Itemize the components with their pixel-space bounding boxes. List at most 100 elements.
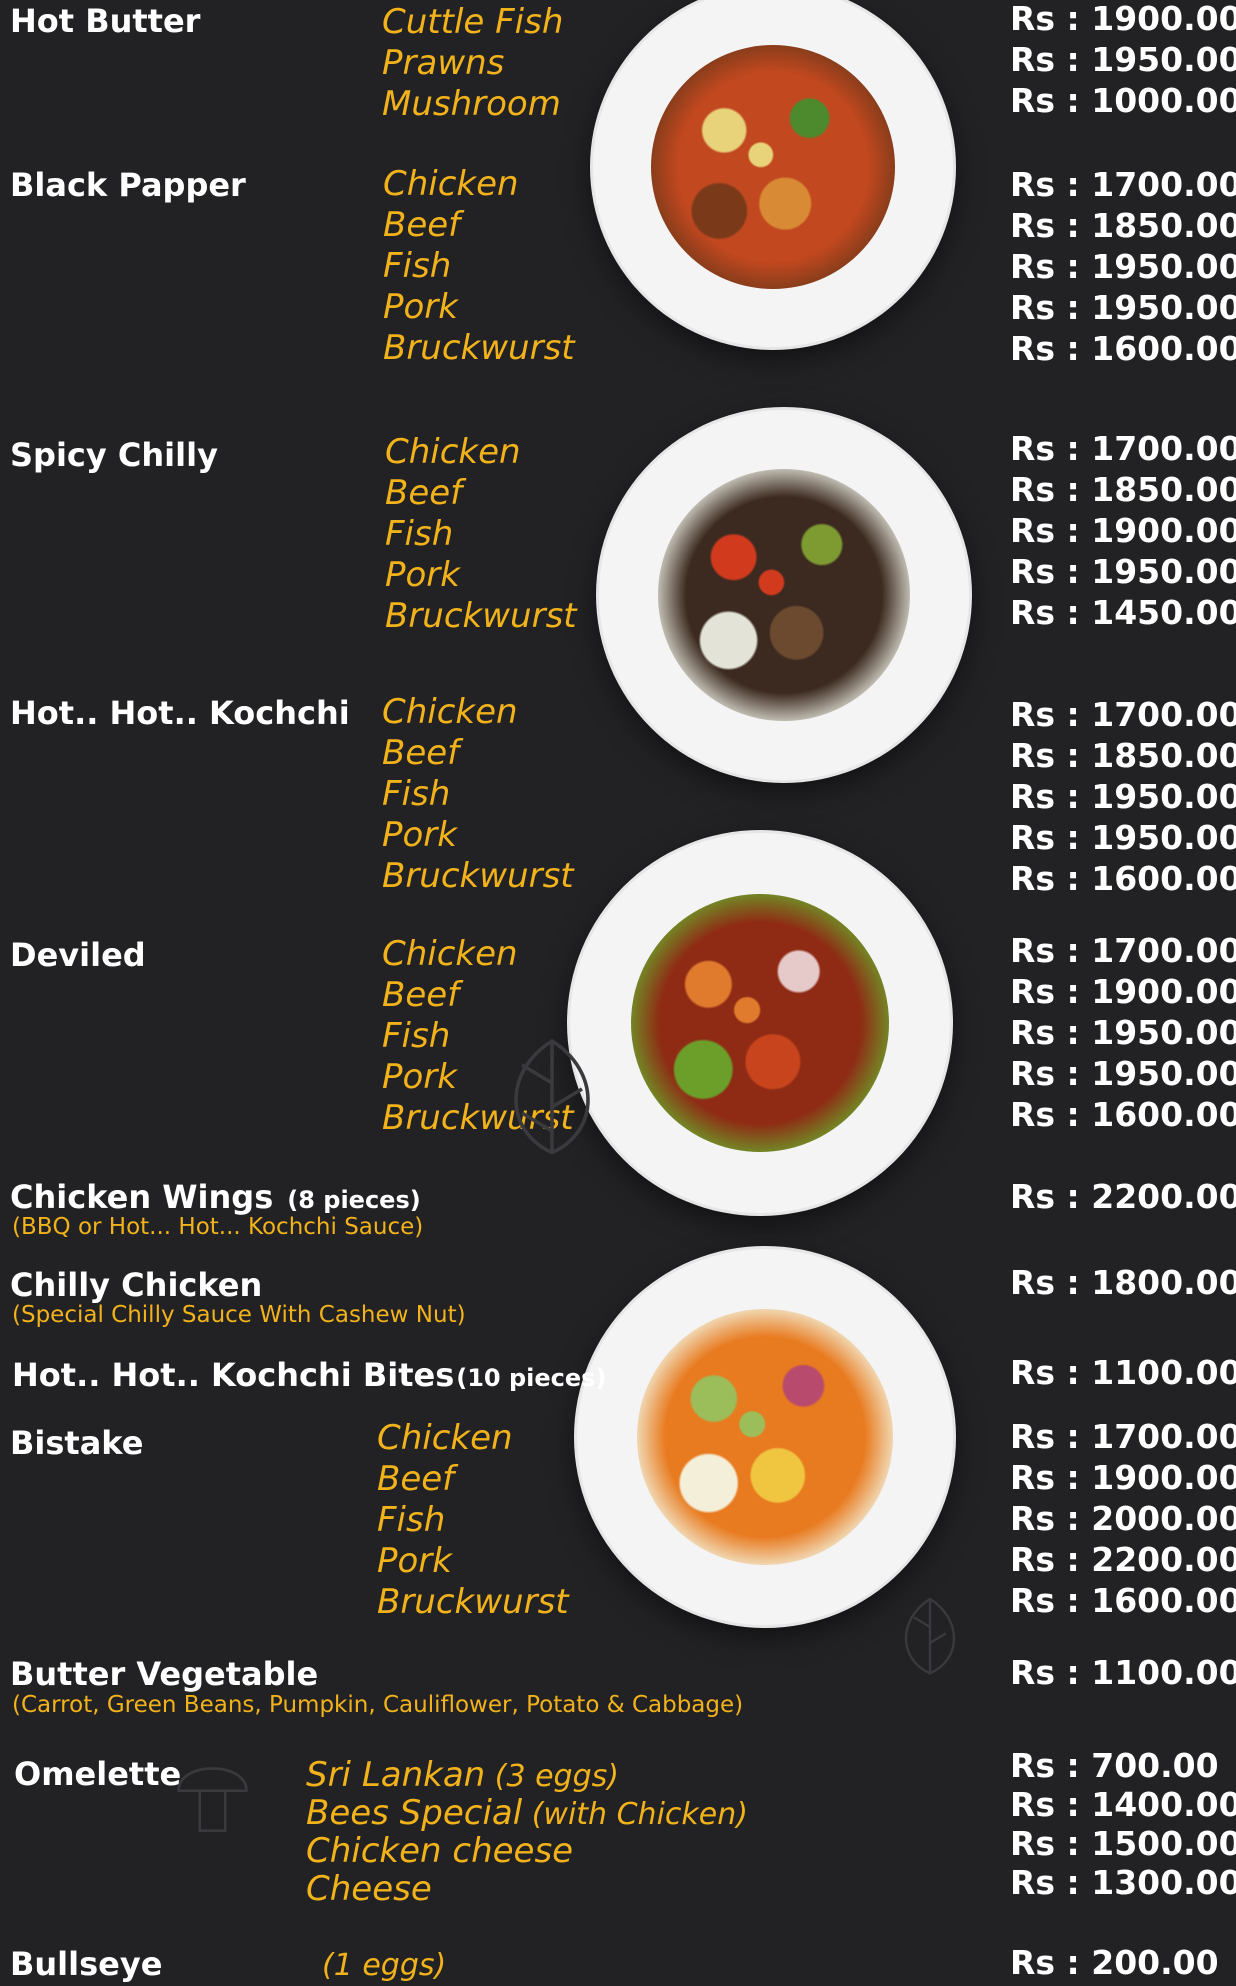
dish-note: (BBQ or Hot... Hot... Kochchi Sauce): [12, 1214, 424, 1240]
variant-item: Prawns: [382, 43, 505, 83]
variant-item: (1 eggs): [322, 1944, 446, 1986]
price-value: Rs : 1700.00: [1010, 165, 1236, 204]
price-value: Rs : 1950.00: [1010, 552, 1236, 591]
dish-name: Spicy Chilly: [10, 436, 218, 474]
deviled-plate-image: [570, 833, 950, 1213]
price-value: Rs : 1950.00: [1010, 1054, 1236, 1093]
price-value: Rs : 1700.00: [1010, 931, 1236, 970]
variant-item: Beef: [382, 733, 460, 773]
price-value: Rs : 1300.00: [1010, 1863, 1236, 1902]
price-list: Rs : 1100.00: [1010, 1652, 1236, 1693]
price-value: Rs : 2000.00: [1010, 1499, 1236, 1538]
price-list: Rs : 1100.00: [1010, 1352, 1236, 1393]
variant-list: Cuttle Fish Prawns Mushroom: [382, 2, 563, 125]
price-value: Rs : 1600.00: [1010, 1581, 1236, 1620]
food-portion: [630, 893, 890, 1153]
variant-main: Sri Lankan: [306, 1755, 486, 1795]
dish-qualifier: (10 pieces): [456, 1364, 607, 1392]
variant-item: Beef: [383, 205, 461, 245]
price-value: Rs : 1700.00: [1010, 1417, 1236, 1456]
variant-list: (1 eggs): [322, 1944, 446, 1986]
variant-item: Chicken cheese: [306, 1833, 748, 1871]
dish-name-label: Spicy Chilly: [10, 436, 218, 474]
dish-name: Chicken Wings (8 pieces): [10, 1178, 421, 1216]
dish-name: Hot.. Hot.. Kochchi Bites(10 pieces): [12, 1356, 606, 1394]
dish-note: (Special Chilly Sauce With Cashew Nut): [12, 1302, 466, 1328]
variant-item: Bruckwurst: [382, 856, 574, 896]
price-value: Rs : 1950.00: [1010, 777, 1236, 816]
price-value: Rs : 1700.00: [1010, 429, 1236, 468]
mushroom-outline-icon: [170, 1745, 255, 1845]
variant-item: Bruckwurst: [383, 328, 575, 368]
dish-name: Hot Butter: [10, 2, 200, 40]
variant-item: Beef: [377, 1459, 455, 1499]
variant-main: Chicken cheese: [306, 1831, 574, 1871]
price-value: Rs : 1500.00: [1010, 1824, 1236, 1863]
price-value: Rs : 1400.00: [1010, 1785, 1236, 1824]
dish-name: Butter Vegetable: [10, 1655, 318, 1693]
variant-item: Pork: [377, 1541, 452, 1581]
price-value: Rs : 1950.00: [1010, 818, 1236, 857]
variant-list: Chicken Beef Fish Pork Bruckwurst: [377, 1418, 569, 1623]
price-value: Rs : 2200.00: [1010, 1540, 1236, 1579]
price-value: Rs : 1800.00: [1010, 1263, 1236, 1302]
variant-item: Beef: [385, 473, 463, 513]
variant-list: Chicken Beef Fish Pork Bruckwurst: [382, 692, 574, 897]
price-list: Rs : 1700.00 Rs : 1850.00 Rs : 1950.00 Rs :…: [1010, 694, 1236, 899]
price-list: Rs : 1700.00 Rs : 1850.00 Rs : 1900.00 Rs :…: [1010, 428, 1236, 633]
dish-name-label: Black Papper: [10, 166, 246, 204]
variant-item: Bruckwurst: [385, 596, 577, 636]
variant-sub: (1 eggs): [322, 1948, 447, 1983]
variant-list: Chicken Beef Fish Pork Bruckwurst: [385, 432, 577, 637]
price-list: Rs : 700.00 Rs : 1400.00 Rs : 1500.00 Rs : …: [1010, 1746, 1236, 1902]
dish-name: Hot.. Hot.. Kochchi: [10, 694, 350, 732]
variant-item: Pork: [383, 287, 458, 327]
dish-note: (Carrot, Green Beans, Pumpkin, Cauliflow…: [12, 1692, 744, 1718]
price-value: Rs : 1950.00: [1010, 40, 1236, 79]
variant-sub: (3 eggs): [485, 1759, 619, 1794]
variant-item: Cheese: [306, 1871, 748, 1909]
variant-item: Chicken: [383, 164, 519, 204]
price-list: Rs : 1700.00 Rs : 1900.00 Rs : 2000.00 Rs :…: [1010, 1416, 1236, 1621]
variant-item: Fish: [383, 246, 452, 286]
price-value: Rs : 1450.00: [1010, 593, 1236, 632]
price-value: Rs : 1850.00: [1010, 736, 1236, 775]
food-portion: [658, 469, 910, 721]
price-value: Rs : 200.00: [1010, 1943, 1219, 1982]
price-value: Rs : 1850.00: [1010, 470, 1236, 509]
price-value: Rs : 1100.00: [1010, 1353, 1236, 1392]
variant-sub: (with Chicken): [522, 1797, 748, 1832]
variant-item: Bruckwurst: [377, 1582, 569, 1622]
spicy-chilly-plate-image: [599, 410, 969, 780]
variant-item: Cuttle Fish: [382, 2, 564, 42]
variant-item: Pork: [382, 815, 457, 855]
price-value: Rs : 1900.00: [1010, 1458, 1236, 1497]
price-value: Rs : 1600.00: [1010, 329, 1236, 368]
dish-name-label: Omelette: [14, 1755, 182, 1793]
hot-butter-plate-image: [593, 0, 953, 347]
variant-item: Fish: [382, 774, 451, 814]
dish-name: Deviled: [10, 936, 146, 974]
variant-item: Fish: [385, 514, 454, 554]
price-value: Rs : 1950.00: [1010, 1013, 1236, 1052]
dish-name: Omelette: [14, 1755, 181, 1793]
leaf-outline-icon: [492, 990, 612, 1200]
price-list: Rs : 2200.00: [1010, 1176, 1236, 1217]
butter-vegetable-plate-image: [577, 1249, 953, 1625]
variant-main: Bees Special: [306, 1793, 523, 1833]
variant-item: Mushroom: [382, 84, 561, 124]
dish-name-label: Hot.. Hot.. Kochchi: [10, 694, 350, 732]
dish-name-label: Deviled: [10, 936, 146, 974]
dish-name: Black Papper: [10, 166, 246, 204]
variant-main: Cheese: [306, 1869, 432, 1909]
dish-name-label: Butter Vegetable: [10, 1655, 319, 1693]
variant-list: Chicken Beef Fish Pork Bruckwurst: [383, 164, 575, 369]
price-value: Rs : 1850.00: [1010, 206, 1236, 245]
food-portion: [637, 1309, 893, 1565]
price-value: Rs : 1950.00: [1010, 288, 1236, 327]
variant-item: Pork: [385, 555, 460, 595]
price-list: Rs : 200.00: [1010, 1942, 1219, 1983]
price-value: Rs : 1600.00: [1010, 859, 1236, 898]
leaf-icon: [890, 1575, 970, 1695]
dish-name-label: Chilly Chicken: [10, 1266, 263, 1304]
